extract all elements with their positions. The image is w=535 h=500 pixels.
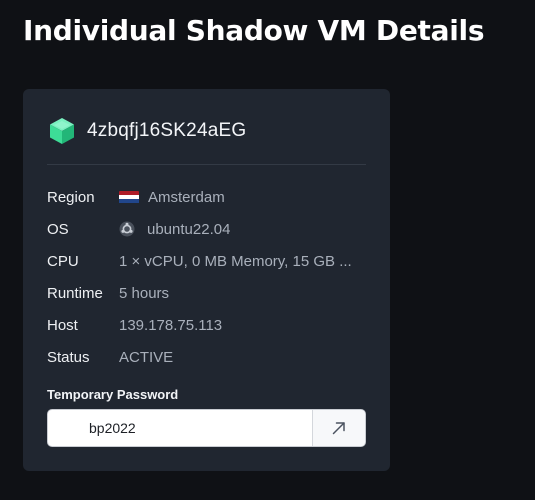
- detail-label: Runtime: [47, 284, 103, 302]
- detail-label: Region: [47, 188, 95, 206]
- detail-label: OS: [47, 220, 69, 238]
- temporary-password-input[interactable]: [48, 410, 312, 446]
- vm-header: 4zbqfj16SK24aEG: [49, 117, 246, 145]
- detail-value: ubuntu22.04: [119, 221, 230, 238]
- detail-value: 5 hours: [119, 285, 169, 302]
- temporary-password-field-group: [47, 409, 366, 447]
- netherlands-flag-icon: [119, 190, 139, 204]
- detail-list: Region Amsterdam OS ubuntu22.04 CPU 1 × …: [47, 181, 371, 373]
- host-value: 139.178.75.113: [119, 316, 223, 334]
- detail-row-region: Region Amsterdam: [47, 181, 371, 213]
- detail-row-status: Status ACTIVE: [47, 341, 371, 373]
- ubuntu-icon: [119, 221, 135, 237]
- os-value: ubuntu22.04: [147, 220, 231, 238]
- runtime-value: 5 hours: [119, 284, 170, 302]
- detail-value: Amsterdam: [119, 189, 225, 206]
- detail-value: 1 × vCPU, 0 MB Memory, 15 GB ...: [119, 253, 352, 270]
- cpu-value: 1 × vCPU, 0 MB Memory, 15 GB ...: [119, 252, 352, 270]
- detail-row-os: OS ubuntu22.04: [47, 213, 371, 245]
- arrow-up-right-icon: [332, 422, 345, 435]
- page-title: Individual Shadow VM Details: [23, 14, 485, 47]
- detail-label: Host: [47, 316, 78, 334]
- status-value: ACTIVE: [119, 348, 174, 366]
- detail-row-host: Host 139.178.75.113: [47, 309, 371, 341]
- detail-label: CPU: [47, 252, 79, 270]
- detail-row-cpu: CPU 1 × vCPU, 0 MB Memory, 15 GB ...: [47, 245, 371, 277]
- divider: [47, 164, 366, 165]
- detail-row-runtime: Runtime 5 hours: [47, 277, 371, 309]
- region-value: Amsterdam: [148, 188, 225, 206]
- detail-value: 139.178.75.113: [119, 317, 222, 334]
- temporary-password-label: Temporary Password: [47, 387, 179, 402]
- detail-value: ACTIVE: [119, 349, 173, 366]
- detail-label: Status: [47, 348, 90, 366]
- cube-icon: [50, 118, 74, 144]
- vm-details-card: 4zbqfj16SK24aEG Region Amsterdam OS ubun…: [23, 89, 390, 471]
- open-button[interactable]: [312, 410, 365, 446]
- vm-name: 4zbqfj16SK24aEG: [87, 120, 247, 141]
